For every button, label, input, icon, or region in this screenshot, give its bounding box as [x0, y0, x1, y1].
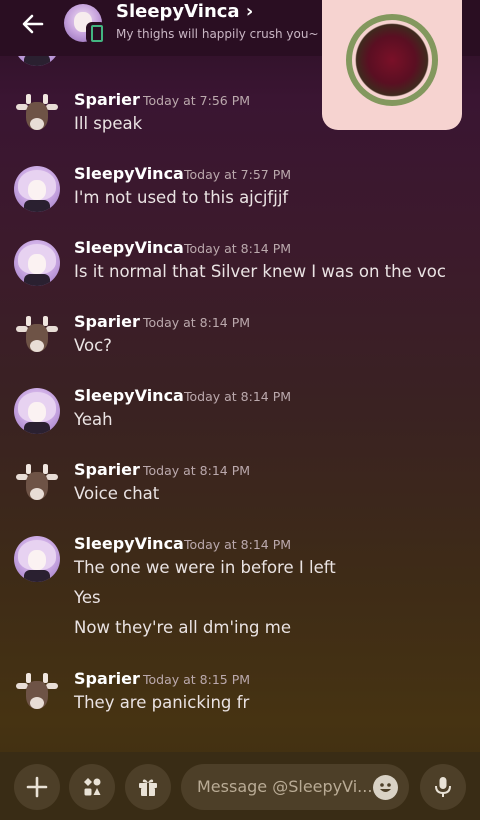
message-text: Ill speak: [74, 114, 143, 133]
avatar[interactable]: [14, 166, 60, 212]
call-avatar-art: [350, 18, 434, 102]
username[interactable]: Sparier: [74, 460, 140, 479]
message-text: Voc?: [74, 336, 112, 355]
message-text: Yeah: [74, 410, 113, 429]
username[interactable]: Sparier: [74, 90, 140, 109]
timestamp: Today at 8:15 PM: [143, 672, 251, 687]
emoji-icon[interactable]: [373, 775, 398, 800]
plus-icon: [26, 776, 48, 798]
avatar[interactable]: [14, 314, 60, 360]
timestamp: Today at 7:57 PM: [184, 167, 292, 182]
message-text: Now they're all dm'ing me: [74, 618, 291, 637]
microphone-icon: [435, 777, 451, 797]
gift-icon: [139, 779, 157, 796]
username[interactable]: SleepyVinca: [74, 534, 184, 553]
gift-button[interactable]: [125, 764, 171, 810]
avatar[interactable]: [14, 240, 60, 286]
apps-icon: [84, 778, 101, 796]
timestamp: Today at 7:56 PM: [143, 93, 251, 108]
message-input[interactable]: Message @SleepyVi...: [181, 764, 409, 810]
header-username: SleepyVinca: [116, 1, 240, 22]
header-status-text: My thighs will happily crush you~: [116, 27, 319, 41]
username[interactable]: Sparier: [74, 312, 140, 331]
username[interactable]: Sparier: [74, 669, 140, 688]
avatar[interactable]: [14, 92, 60, 138]
message-text: They are panicking fr: [74, 693, 250, 712]
video-call-tile[interactable]: [322, 0, 462, 130]
username[interactable]: SleepyVinca: [74, 164, 184, 183]
avatar[interactable]: [14, 388, 60, 434]
avatar[interactable]: [14, 462, 60, 508]
message-text: Is it normal that Silver knew I was on t…: [74, 262, 446, 281]
composer-bar: Message @SleepyVi...: [0, 752, 480, 820]
apps-button[interactable]: [69, 764, 115, 810]
back-arrow-icon[interactable]: [18, 9, 48, 39]
header-title[interactable]: SleepyVinca ›: [116, 1, 253, 22]
message-text: Yes: [74, 588, 101, 607]
mobile-status-icon: [86, 22, 106, 44]
voice-message-button[interactable]: [420, 764, 466, 810]
timestamp: Today at 8:14 PM: [184, 389, 292, 404]
avatar[interactable]: [14, 671, 60, 717]
message-text: Voice chat: [74, 484, 160, 503]
username[interactable]: SleepyVinca: [74, 238, 184, 257]
timestamp: Today at 8:14 PM: [143, 315, 251, 330]
timestamp: Today at 8:14 PM: [184, 537, 292, 552]
avatar[interactable]: [14, 536, 60, 582]
timestamp: Today at 8:14 PM: [184, 241, 292, 256]
username[interactable]: SleepyVinca: [74, 386, 184, 405]
message-text: The one we were in before I left: [74, 558, 336, 577]
timestamp: Today at 8:14 PM: [143, 463, 251, 478]
chevron-right-icon: ›: [245, 1, 254, 22]
message-input-placeholder: Message @SleepyVi...: [197, 777, 373, 796]
add-button[interactable]: [14, 764, 60, 810]
message-text: I'm not used to this ajcjfjjf: [74, 188, 289, 207]
